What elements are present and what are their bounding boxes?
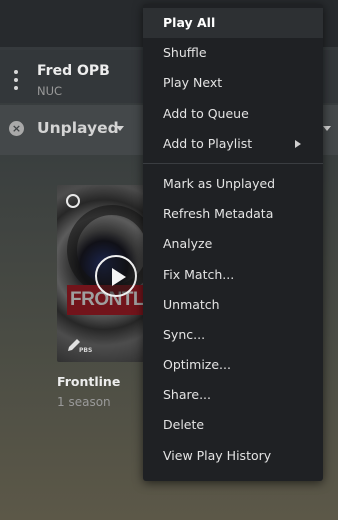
close-icon[interactable]: × bbox=[9, 121, 24, 136]
menu-item-mark-unplayed[interactable]: Mark as Unplayed bbox=[143, 169, 323, 199]
server-name[interactable]: Fred OPB bbox=[37, 63, 110, 79]
sort-chevron-down-icon[interactable] bbox=[323, 126, 331, 131]
menu-item-analyze[interactable]: Analyze bbox=[143, 229, 323, 259]
menu-item-view-play-history[interactable]: View Play History bbox=[143, 441, 323, 471]
poster-card[interactable]: FRONTLINE PBS bbox=[57, 185, 147, 362]
menu-item-label: Add to Playlist bbox=[163, 135, 253, 151]
menu-item-play-next[interactable]: Play Next bbox=[143, 68, 323, 98]
menu-item-shuffle[interactable]: Shuffle bbox=[143, 38, 323, 68]
menu-item-unmatch[interactable]: Unmatch bbox=[143, 290, 323, 320]
play-icon bbox=[112, 268, 126, 286]
menu-item-delete[interactable]: Delete bbox=[143, 410, 323, 440]
menu-item-add-to-queue[interactable]: Add to Queue bbox=[143, 99, 323, 129]
menu-divider bbox=[143, 162, 323, 164]
menu-item-optimize[interactable]: Optimize... bbox=[143, 350, 323, 380]
menu-item-sync[interactable]: Sync... bbox=[143, 320, 323, 350]
context-menu: Play All Shuffle Play Next Add to Queue … bbox=[143, 4, 323, 481]
filter-dropdown[interactable]: Unplayed bbox=[37, 119, 119, 137]
menu-item-play-all[interactable]: Play All bbox=[143, 8, 323, 39]
play-button[interactable] bbox=[95, 255, 137, 297]
menu-item-fix-match[interactable]: Fix Match... bbox=[143, 260, 323, 290]
select-checkbox-icon[interactable] bbox=[66, 194, 80, 208]
menu-item-share[interactable]: Share... bbox=[143, 380, 323, 410]
item-subtitle: 1 season bbox=[57, 395, 111, 409]
menu-item-add-to-playlist[interactable]: Add to Playlist bbox=[143, 129, 323, 159]
more-options-icon[interactable] bbox=[12, 70, 20, 90]
network-logo: PBS bbox=[79, 347, 93, 354]
item-title[interactable]: Frontline bbox=[57, 374, 120, 389]
server-subtitle: NUC bbox=[37, 84, 63, 98]
menu-item-refresh-metadata[interactable]: Refresh Metadata bbox=[143, 199, 323, 229]
chevron-right-icon bbox=[295, 139, 301, 148]
chevron-down-icon[interactable] bbox=[116, 126, 124, 131]
